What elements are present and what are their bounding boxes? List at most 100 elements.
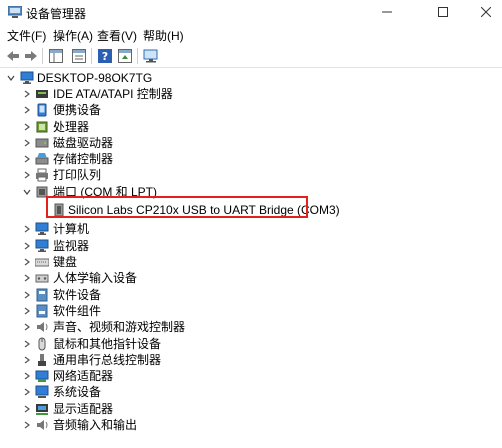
tree-category-row[interactable]: 磁盘驱动器 — [0, 135, 360, 151]
tree-root[interactable]: DESKTOP-98OK7TG — [0, 70, 200, 86]
chevron-right-icon[interactable] — [22, 303, 32, 319]
sound-icon — [37, 322, 48, 332]
forward-button[interactable] — [22, 47, 40, 65]
tree-category-label: 软件设备 — [53, 288, 102, 302]
chevron-right-icon[interactable] — [22, 167, 32, 183]
system-device-icon — [35, 385, 49, 398]
tree-category-row[interactable]: 音频输入和输出 — [0, 417, 360, 433]
tree-category-row[interactable]: 软件设备 — [0, 287, 360, 303]
ide-icon — [36, 90, 48, 98]
chevron-right-icon[interactable] — [22, 319, 32, 335]
tree-category-row[interactable]: 计算机 — [0, 221, 360, 237]
tree-category-label: 打印队列 — [53, 168, 102, 182]
chevron-right-icon[interactable] — [22, 238, 32, 254]
chevron-right-icon[interactable] — [22, 151, 32, 167]
update-driver-icon — [118, 49, 132, 63]
tree-category-label: 人体学输入设备 — [53, 271, 138, 285]
chevron-right-icon[interactable] — [22, 254, 32, 270]
tree-category-label: 便携设备 — [53, 103, 102, 117]
tree-category-label: 存储控制器 — [53, 152, 114, 166]
chevron-right-icon[interactable] — [22, 119, 32, 135]
tree-category-label: 音频输入和输出 — [53, 418, 138, 432]
scan-hardware-button[interactable] — [142, 47, 160, 65]
tree-category-label: 系统设备 — [53, 385, 102, 399]
menu-action[interactable]: 操作(A) — [53, 27, 93, 44]
chevron-down-icon[interactable] — [6, 70, 16, 86]
mouse-icon — [38, 337, 46, 351]
svg-text:?: ? — [102, 50, 108, 63]
properties-icon — [72, 49, 86, 63]
device-manager-icon — [8, 6, 22, 18]
computer-icon — [35, 222, 49, 235]
tree-category-row[interactable]: 通用串行总线控制器 — [0, 352, 360, 368]
usb-icon — [38, 354, 46, 366]
close-button[interactable] — [470, 0, 502, 24]
chevron-right-icon[interactable] — [22, 368, 32, 384]
tree-category-label: 监视器 — [53, 239, 90, 253]
tree-category-row[interactable]: 存储控制器 — [0, 151, 360, 167]
software-component-icon — [36, 304, 48, 318]
storage-controller-icon — [35, 153, 49, 165]
title-bar: 设备管理器 — [0, 0, 502, 24]
tree-category-row[interactable]: 系统设备 — [0, 384, 360, 400]
tree-category-label: 通用串行总线控制器 — [53, 353, 162, 367]
tree-category-label: 计算机 — [53, 222, 90, 236]
tree-category-row[interactable]: 显示适配器 — [0, 401, 360, 417]
help-button[interactable]: ? — [96, 47, 114, 65]
tree-category-row[interactable]: 鼠标和其他指针设备 — [0, 336, 360, 352]
toolbar-separator — [91, 48, 92, 64]
tree-category-label: IDE ATA/ATAPI 控制器 — [53, 87, 173, 101]
tree-category-row[interactable]: 键盘 — [0, 254, 360, 270]
console-tree-icon — [49, 49, 63, 63]
chevron-down-icon[interactable] — [22, 184, 32, 200]
menu-file[interactable]: 文件(F) — [7, 27, 46, 44]
back-button[interactable] — [4, 47, 22, 65]
tree-category-row[interactable]: 监视器 — [0, 238, 360, 254]
chevron-right-icon[interactable] — [22, 102, 32, 118]
tree-category-row[interactable]: 声音、视频和游戏控制器 — [0, 319, 360, 335]
maximize-button[interactable] — [420, 0, 466, 24]
tree-category-row[interactable]: 网络适配器 — [0, 368, 360, 384]
tree-category-label: 鼠标和其他指针设备 — [53, 337, 162, 351]
disk-drive-icon — [35, 138, 49, 148]
chevron-right-icon[interactable] — [22, 401, 32, 417]
tree-category-label: 网络适配器 — [53, 369, 114, 383]
chevron-right-icon[interactable] — [22, 352, 32, 368]
help-icon: ? — [98, 49, 112, 63]
forward-arrow-icon — [25, 51, 37, 61]
minimize-button[interactable] — [364, 0, 410, 24]
keyboard-icon — [35, 258, 49, 267]
chevron-right-icon[interactable] — [22, 287, 32, 303]
printer-icon — [36, 168, 48, 182]
tree-category-row[interactable]: 处理器 — [0, 119, 360, 135]
network-icon — [35, 370, 49, 382]
menu-view[interactable]: 查看(V) — [97, 27, 137, 44]
software-device-icon — [36, 288, 48, 302]
chevron-right-icon[interactable] — [22, 384, 32, 400]
tree-category-row[interactable]: 软件组件 — [0, 303, 360, 319]
update-driver-button[interactable] — [116, 47, 134, 65]
tree-root-label: DESKTOP-98OK7TG — [37, 71, 153, 85]
device-tree: DESKTOP-98OK7TG IDE ATA/ATAPI 控制器 便携设备处理器… — [0, 69, 502, 448]
tree-category-row[interactable]: 打印队列 — [0, 167, 360, 183]
audio-io-icon — [37, 420, 48, 430]
chevron-right-icon[interactable] — [22, 336, 32, 352]
back-arrow-icon — [7, 51, 19, 61]
chevron-right-icon[interactable] — [22, 417, 32, 433]
tree-category-row[interactable]: IDE ATA/ATAPI 控制器 — [0, 86, 360, 102]
tree-category-row[interactable]: 人体学输入设备 — [0, 270, 360, 286]
chevron-right-icon[interactable] — [22, 270, 32, 286]
show-hide-tree-button[interactable] — [47, 47, 65, 65]
tree-category-label: 显示适配器 — [53, 402, 114, 416]
chevron-right-icon[interactable] — [22, 221, 32, 237]
hid-icon — [35, 274, 49, 283]
chevron-right-icon[interactable] — [22, 86, 32, 102]
minimize-icon — [382, 11, 392, 13]
tree-category-row[interactable]: 便携设备 — [0, 102, 360, 118]
portable-device-icon — [37, 103, 47, 117]
toolbar-separator — [137, 48, 138, 64]
chevron-right-icon[interactable] — [22, 135, 32, 151]
toolbar: ? — [0, 44, 502, 68]
properties-button[interactable] — [70, 47, 88, 65]
menu-help[interactable]: 帮助(H) — [143, 27, 184, 44]
